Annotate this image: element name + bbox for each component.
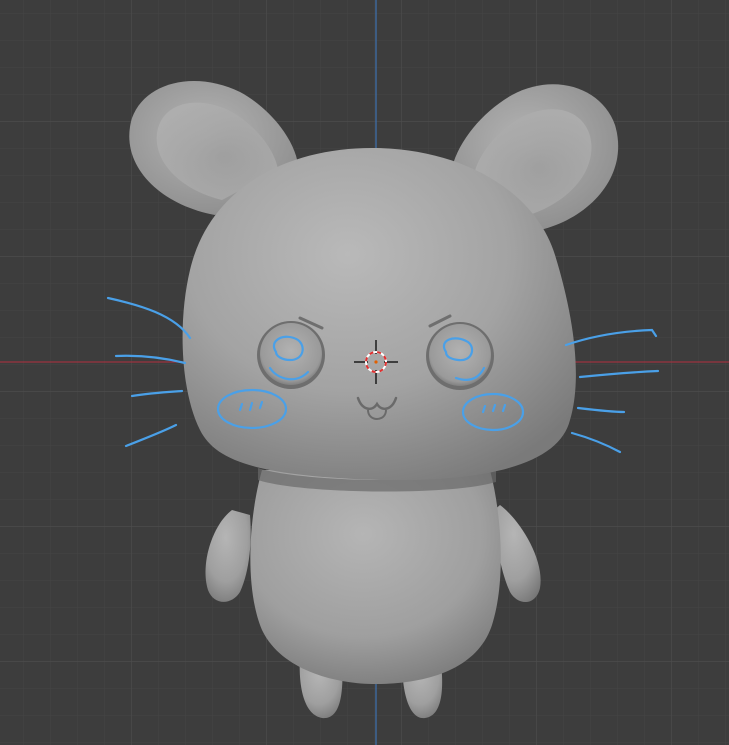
mouse-head — [182, 148, 576, 481]
mouse-body — [250, 470, 501, 685]
3d-viewport[interactable] — [0, 0, 729, 745]
